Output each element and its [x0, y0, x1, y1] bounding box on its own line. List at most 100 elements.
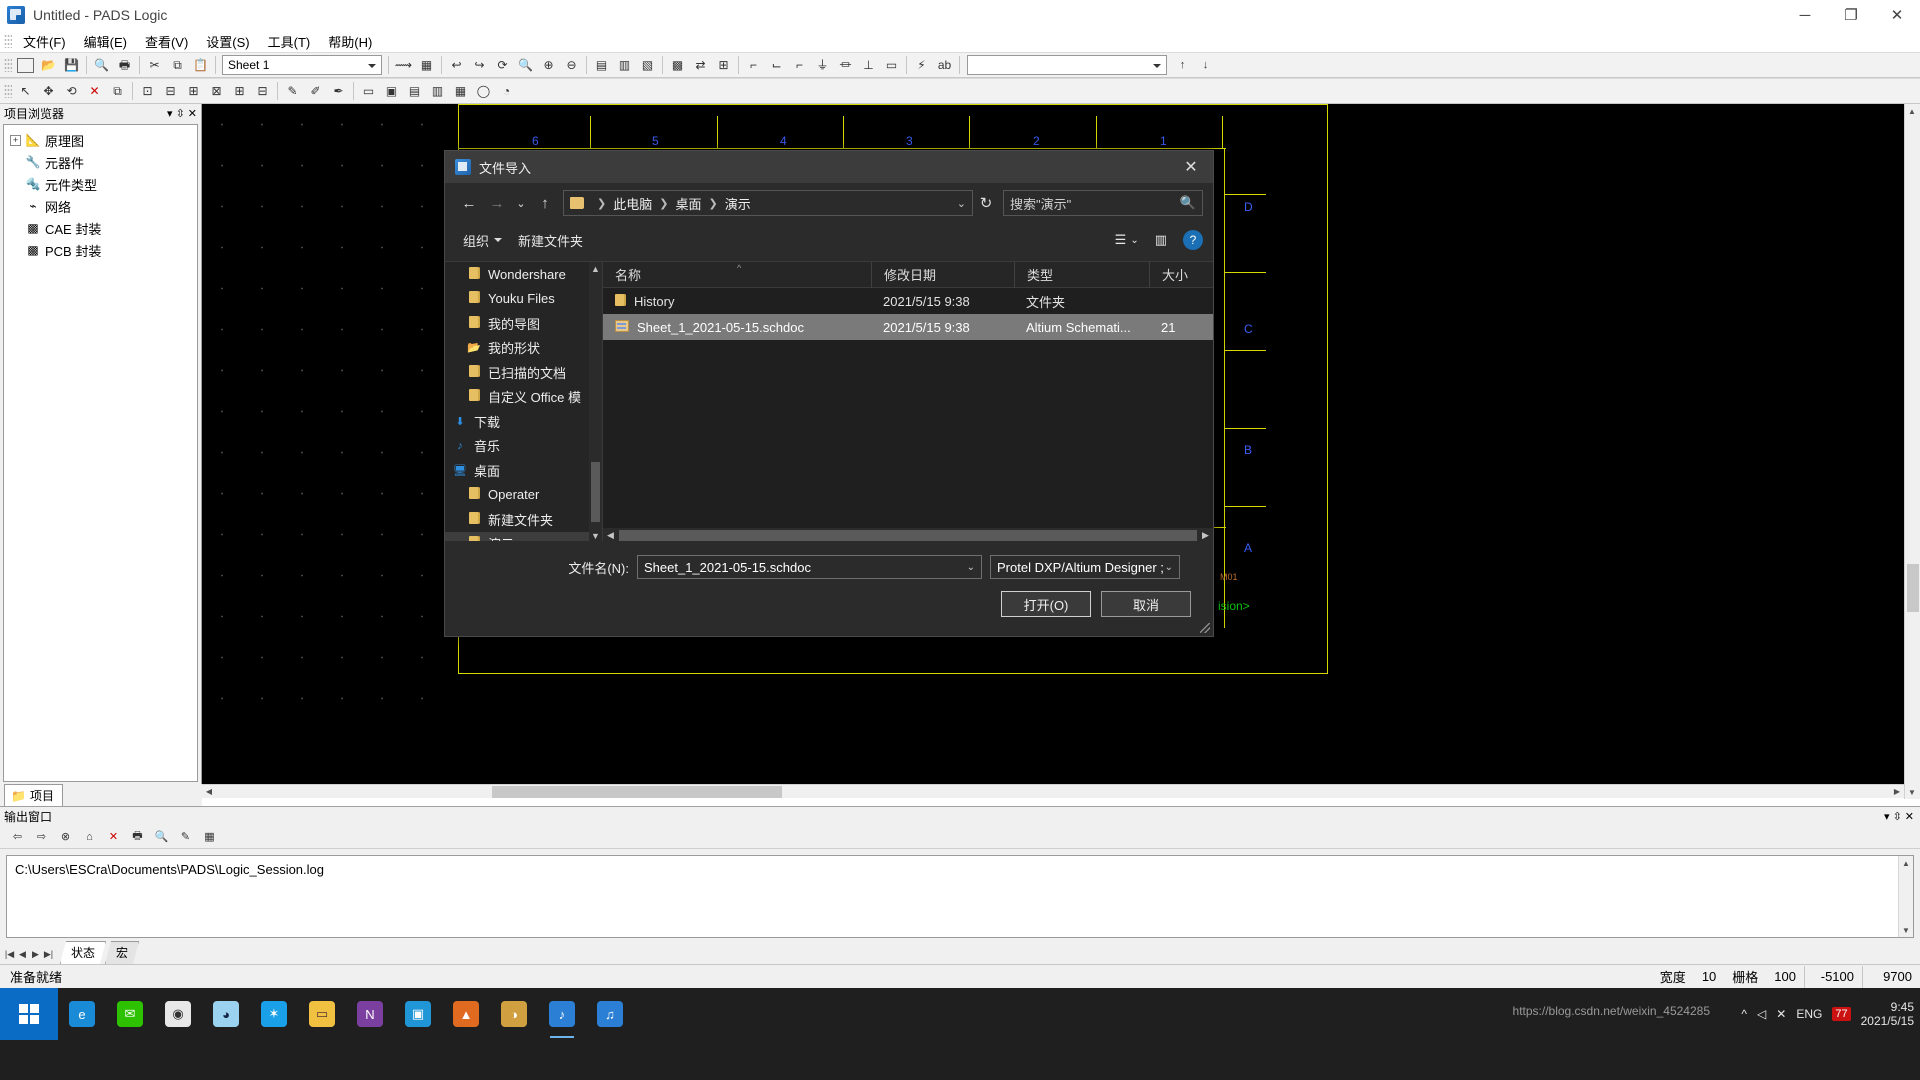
notification-badge[interactable]: 77 [1832, 1007, 1851, 1021]
add-bus-icon[interactable]: ✒ [328, 81, 349, 102]
find-icon[interactable]: 🔍 [151, 826, 172, 847]
chrome-icon[interactable]: ◉ [154, 988, 202, 1040]
close-icon[interactable]: ✕ [188, 107, 197, 120]
pointer-icon[interactable]: ↖ [15, 81, 36, 102]
nav-pane-scrollbar[interactable]: ▲ ▼ [589, 262, 602, 543]
back-button[interactable]: ← [455, 189, 483, 217]
redo-icon[interactable]: ↪ [469, 55, 490, 76]
stop-icon[interactable]: ⊗ [55, 826, 76, 847]
add-conn-icon[interactable]: ✐ [305, 81, 326, 102]
u3-icon[interactable]: ⊠ [206, 81, 227, 102]
file-row-history[interactable]: History 2021/5/15 9:38 文件夹 [603, 288, 1213, 314]
prev-icon[interactable]: ◀ [17, 949, 28, 960]
up-button[interactable]: ↑ [531, 189, 559, 217]
vcc-icon[interactable]: ⏛ [835, 55, 856, 76]
paste-icon[interactable]: 📋 [190, 55, 211, 76]
rotate-icon[interactable]: ⟲ [61, 81, 82, 102]
dropdown-icon[interactable]: ▾ [1884, 810, 1890, 823]
u1-u2b-icon[interactable]: ⊞ [183, 81, 204, 102]
chevron-down-icon[interactable]: ⌄ [1165, 562, 1173, 573]
first-icon[interactable]: |◀ [4, 949, 15, 960]
nav-item-music[interactable]: ♪ 音乐 [445, 434, 602, 459]
nav-item-my-shapes[interactable]: 📂 我的形状 [445, 336, 602, 361]
canvas-vertical-scrollbar[interactable]: ▲ ▼ [1904, 104, 1920, 799]
column-header-size[interactable]: 大小 [1149, 261, 1209, 288]
bird-icon[interactable]: ◕ [202, 988, 250, 1040]
tree-node-parttypes[interactable]: 🔩 元件类型 [4, 173, 197, 195]
cut-icon[interactable]: ✂ [144, 55, 165, 76]
file-list-pane[interactable]: ^ 名称 修改日期 类型 大小 History 2021/5/15 9:38 文… [603, 261, 1213, 543]
nav-item-my-mindmaps[interactable]: 我的导图 [445, 311, 602, 336]
column-header-date[interactable]: 修改日期 [871, 261, 1014, 288]
back-annotate-icon[interactable]: ⇄ [690, 55, 711, 76]
close-button[interactable]: ✕ [1874, 0, 1920, 30]
maximize-button[interactable]: ❐ [1828, 0, 1874, 30]
scroll-thumb[interactable] [591, 462, 600, 522]
list-view-icon[interactable]: ☰ ⌄ [1109, 228, 1145, 252]
delete-icon[interactable]: ✕ [84, 81, 105, 102]
tree-node-schematic[interactable]: + 📐 原理图 [4, 129, 197, 151]
u1-in-icon[interactable]: ⊟ [160, 81, 181, 102]
nav-item-downloads[interactable]: ⬇ 下载 [445, 409, 602, 434]
sheet-icon[interactable]: ▤ [591, 55, 612, 76]
status-width-value[interactable]: 10 [1694, 966, 1724, 988]
menu-view[interactable]: 查看(V) [136, 30, 197, 53]
menu-tools[interactable]: 工具(T) [259, 30, 320, 53]
nav-up-icon[interactable]: ↑ [1172, 55, 1193, 76]
edge-icon[interactable]: e [58, 988, 106, 1040]
nav-item-custom-office[interactable]: 自定义 Office 模 [445, 385, 602, 410]
scroll-down-arrow[interactable]: ▼ [1905, 785, 1919, 799]
ecad-icon[interactable]: ⚡ [911, 55, 932, 76]
scroll-up-arrow[interactable]: ▲ [1905, 104, 1919, 118]
menu-edit[interactable]: 编辑(E) [75, 30, 136, 53]
nav-item-youku-files[interactable]: Youku Files [445, 287, 602, 312]
home-icon[interactable]: ⌂ [79, 826, 100, 847]
breadcrumb-desktop[interactable]: 桌面 [675, 194, 701, 213]
filetype-select[interactable]: Protel DXP/Altium Designer ; ⌄ [990, 555, 1180, 579]
menu-file[interactable]: 文件(F) [14, 30, 75, 53]
preview-pane-icon[interactable]: ▥ [1149, 228, 1173, 252]
pads-logic-icon[interactable]: ♪ [538, 988, 586, 1040]
refresh-button[interactable]: ↻ [973, 190, 999, 216]
cancel-button[interactable]: 取消 [1101, 591, 1191, 617]
pads-layout-icon[interactable]: ♫ [586, 988, 634, 1040]
page-icon[interactable]: ▥ [614, 55, 635, 76]
print-icon[interactable]: 🖶 [127, 826, 148, 847]
dialog-close-button[interactable]: ✕ [1169, 151, 1213, 183]
file-row-schdoc[interactable]: Sheet_1_2021-05-15.schdoc 2021/5/15 9:38… [603, 314, 1213, 340]
netlist-icon[interactable]: ▩ [667, 55, 688, 76]
undo-icon[interactable]: ↩ [446, 55, 467, 76]
bus-icon[interactable]: ⌐ [743, 55, 764, 76]
mute-icon[interactable]: ✕ [1776, 1007, 1786, 1021]
menu-setup[interactable]: 设置(S) [197, 30, 258, 53]
scroll-up-arrow[interactable]: ▲ [589, 262, 602, 276]
store-icon[interactable]: ▣ [394, 988, 442, 1040]
menu-help[interactable]: 帮助(H) [319, 30, 381, 53]
back-icon[interactable]: ⇦ [7, 826, 28, 847]
redraw-icon[interactable]: ⟳ [492, 55, 513, 76]
windows-start-icon[interactable] [0, 988, 58, 1040]
print-preview-icon[interactable]: 🔍 [91, 55, 112, 76]
text-icon[interactable]: ab [934, 55, 955, 76]
chevron-down-icon[interactable]: ⌄ [951, 197, 966, 210]
tim-icon[interactable]: ✶ [250, 988, 298, 1040]
net-icon[interactable]: ⌐ [789, 55, 810, 76]
move-icon[interactable]: ✥ [38, 81, 59, 102]
expander-icon[interactable]: + [10, 134, 21, 146]
scroll-thumb[interactable] [619, 530, 1197, 541]
u1-u2-icon[interactable]: ⊡ [137, 81, 158, 102]
tree-node-cae-decal[interactable]: ▩ CAE 封装 [4, 217, 197, 239]
organize-button[interactable]: 组织 [455, 227, 510, 254]
scroll-left-arrow[interactable]: ◀ [202, 785, 216, 799]
u5-icon[interactable]: ⊟ [252, 81, 273, 102]
open-file-icon[interactable]: 📂 [38, 55, 59, 76]
wechat-icon[interactable]: ✉ [106, 988, 154, 1040]
open-button[interactable]: 打开(O) [1001, 591, 1091, 617]
nav-down-icon[interactable]: ↓ [1195, 55, 1216, 76]
nav-item-operater[interactable]: Operater [445, 483, 602, 508]
zoom-board-icon[interactable]: ▦ [416, 55, 437, 76]
project-tree[interactable]: + 📐 原理图 🔧 元器件 🔩 元件类型 ⌁ 网络 ▩ CAE 封装 ▩ PCB… [3, 124, 198, 782]
minimize-button[interactable]: ─ [1782, 0, 1828, 30]
filename-input[interactable]: Sheet_1_2021-05-15.schdoc ⌄ [637, 555, 982, 579]
search-icon[interactable]: 🔍 [515, 55, 536, 76]
